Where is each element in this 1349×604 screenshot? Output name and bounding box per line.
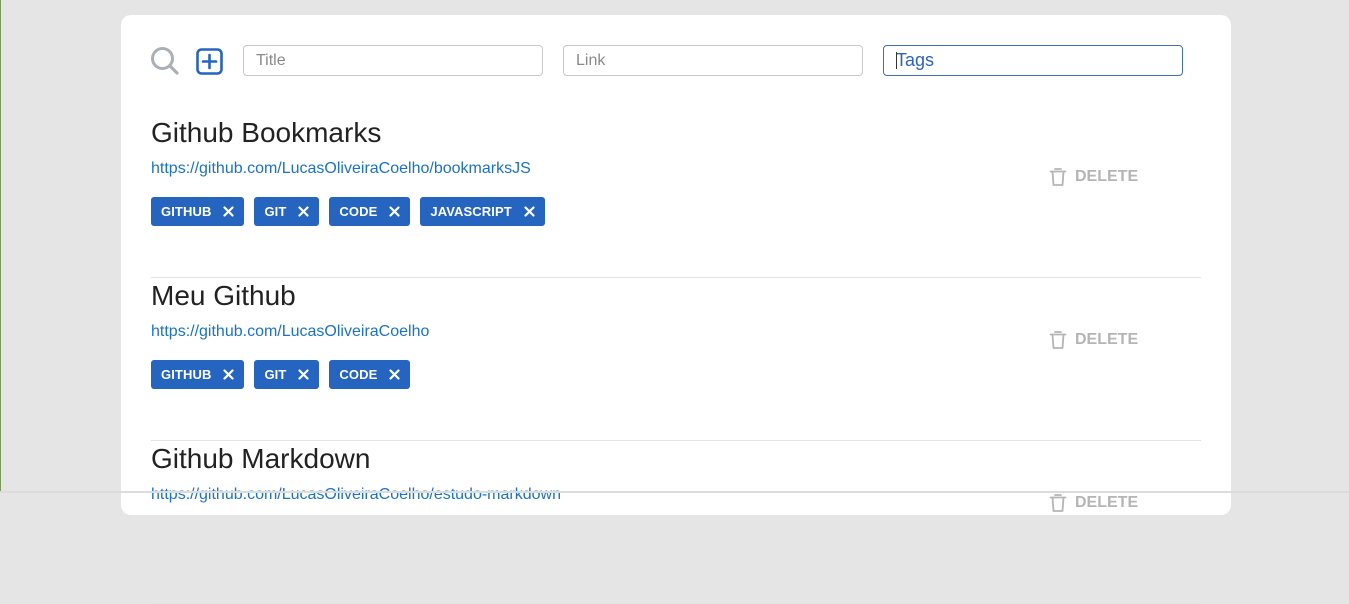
tag-chip: GITHUB [151, 360, 245, 389]
bookmark-title: Github Markdown [151, 443, 371, 474]
link-input[interactable] [563, 45, 863, 76]
delete-label: DELETE [1075, 494, 1139, 511]
tag-label: GIT [264, 204, 287, 219]
tag-list: GITHUB GIT CODE JAVASCRIPT [151, 197, 545, 226]
tag-label: GITHUB [161, 367, 212, 382]
remove-tag-icon[interactable] [223, 369, 235, 380]
tag-chip: JAVASCRIPT [420, 197, 545, 226]
delete-label: DELETE [1075, 168, 1139, 185]
title-input[interactable] [243, 45, 543, 76]
tag-chip: GIT [254, 197, 320, 226]
plus-square-icon [196, 48, 223, 75]
tag-chip: GITHUB [151, 197, 245, 226]
trash-icon [1049, 168, 1067, 186]
tag-chip: GIT [254, 360, 320, 389]
bookmark-link[interactable]: https://github.com/LucasOliveiraCoelho/b… [151, 160, 531, 178]
tag-list: GITHUB GIT CODE [151, 360, 411, 389]
tag-label: CODE [339, 204, 378, 219]
trash-icon [1049, 494, 1067, 512]
bookmark-link[interactable]: https://github.com/LucasOliveiraCoelho [151, 323, 429, 341]
remove-tag-icon[interactable] [298, 369, 310, 380]
bookmark-item: Github Bookmarks https://github.com/Lucas… [151, 115, 1201, 278]
tag-label: GITHUB [161, 204, 212, 219]
trash-icon [1049, 331, 1067, 349]
window-left-edge [0, 0, 1, 493]
tag-chip: CODE [329, 197, 411, 226]
remove-tag-icon[interactable] [389, 206, 400, 217]
remove-tag-icon[interactable] [298, 206, 310, 217]
bookmark-title: Github Bookmarks [151, 117, 382, 148]
tags-input[interactable] [883, 45, 1183, 76]
tag-chip: CODE [329, 360, 411, 389]
search-icon[interactable] [150, 46, 180, 76]
add-bookmark-button[interactable] [196, 48, 223, 75]
bookmarks-card: Github Bookmarks https://github.com/Lucas… [121, 15, 1231, 604]
text-caret [896, 52, 897, 69]
remove-tag-icon[interactable] [524, 206, 535, 217]
delete-button[interactable]: DELETE [1049, 493, 1138, 513]
bookmark-item: Meu Github https://github.com/LucasOlivei… [151, 278, 1201, 441]
toolbar [121, 15, 1231, 95]
bookmark-item: Github Markdown https://github.com/LucasO… [151, 441, 1201, 604]
bookmark-link[interactable]: https://github.com/LucasOliveiraCoelho/e… [151, 486, 561, 504]
delete-label: DELETE [1075, 331, 1139, 348]
delete-button[interactable]: DELETE [1049, 330, 1138, 350]
tag-label: CODE [339, 367, 378, 382]
delete-button[interactable]: DELETE [1049, 167, 1138, 187]
tag-label: JAVASCRIPT [430, 204, 512, 219]
tag-label: GIT [264, 367, 287, 382]
remove-tag-icon[interactable] [389, 369, 400, 380]
bookmark-title: Meu Github [151, 280, 296, 311]
remove-tag-icon[interactable] [223, 206, 235, 217]
